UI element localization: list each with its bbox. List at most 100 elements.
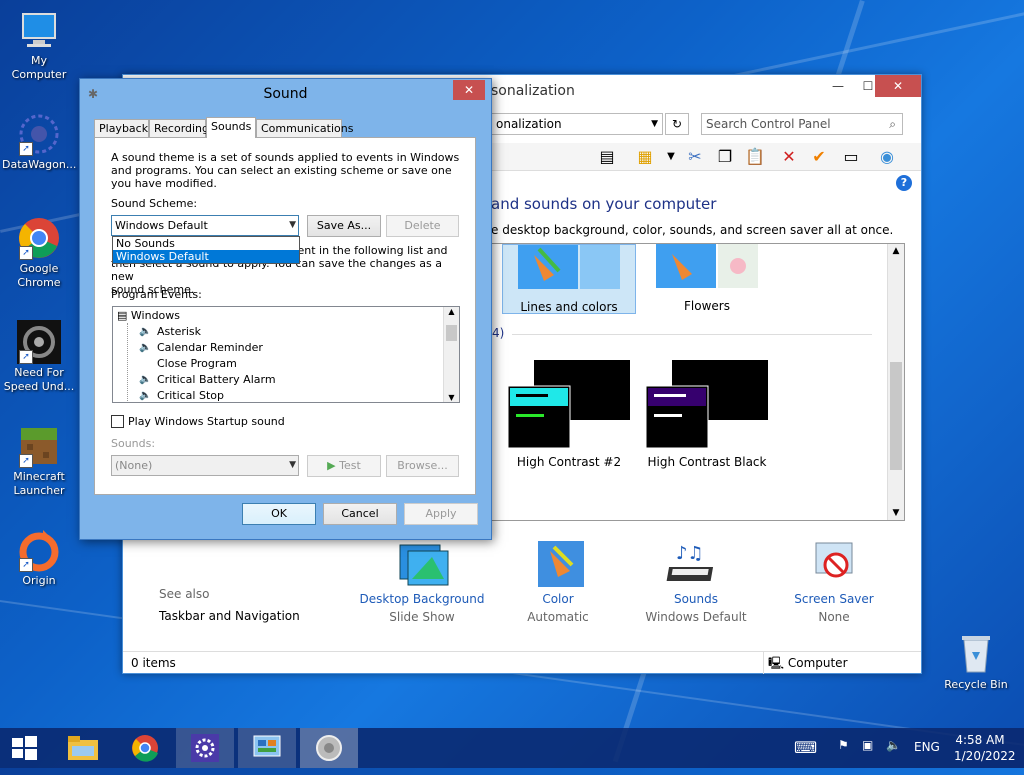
scroll-down-icon[interactable]: ▼ xyxy=(444,393,459,402)
status-location: 🖳 Computer xyxy=(763,652,923,674)
apply-button[interactable]: Apply xyxy=(404,503,478,525)
taskbar-chrome[interactable] xyxy=(116,728,174,768)
tab-communications[interactable]: Communications xyxy=(256,119,353,137)
cut-icon[interactable]: ✂ xyxy=(685,147,705,167)
chevron-down-icon[interactable]: ▼ xyxy=(651,114,658,134)
taskbar-navigation-link[interactable]: Taskbar and Navigation xyxy=(159,609,300,623)
shortcut-arrow-icon: ➚ xyxy=(19,246,33,260)
startup-sound-label: Play Windows Startup sound xyxy=(128,415,285,428)
see-also-label: See also xyxy=(159,587,210,601)
screen-saver-item[interactable]: Screen Saver None xyxy=(769,539,899,624)
volume-icon[interactable]: 🔈 xyxy=(886,738,901,752)
tab-playback[interactable]: Playback xyxy=(94,119,149,137)
clock[interactable]: 4:58 AM 1/20/2022 xyxy=(954,732,1016,764)
desktop-icon-need-for-speed[interactable]: ➚ Need For Speed Und... xyxy=(2,320,76,394)
startup-sound-checkbox[interactable] xyxy=(111,415,124,428)
minimize-button[interactable]: — xyxy=(823,75,853,97)
theme-label: High Contrast #2 xyxy=(516,455,622,469)
save-as-button[interactable]: Save As... xyxy=(307,215,381,237)
address-bar[interactable]: onalization ▼ xyxy=(491,113,663,135)
theme-lines-and-colors[interactable]: Lines and colors xyxy=(502,244,636,314)
taskbar: ⌨ ⚑ ▣ 🔈 ENG 4:58 AM 1/20/2022 xyxy=(0,728,1024,768)
refresh-button[interactable]: ↻ xyxy=(665,113,689,135)
desktop-background-item[interactable]: Desktop Background Slide Show xyxy=(357,539,487,624)
paste-icon[interactable]: 📋 xyxy=(745,147,765,167)
rename-icon[interactable]: ▭ xyxy=(841,147,861,167)
chevron-down-icon[interactable]: ▼ xyxy=(661,147,681,167)
sounds-item[interactable]: ♪♫ Sounds Windows Default xyxy=(631,539,761,624)
list-item[interactable]: Critical Battery Alarm xyxy=(157,372,276,388)
clock-time: 4:58 AM xyxy=(955,733,1005,747)
desktop-icon-minecraft[interactable]: ➚ Minecraft Launcher xyxy=(2,424,76,498)
desktop-icon-chrome[interactable]: ➚ Google Chrome xyxy=(2,216,76,290)
dropdown-option-windows-default[interactable]: Windows Default xyxy=(113,250,299,263)
browse-button[interactable]: Browse... xyxy=(386,455,459,477)
cancel-button[interactable]: Cancel xyxy=(323,503,397,525)
help-icon[interactable]: ? xyxy=(896,175,912,191)
delete-button[interactable]: Delete xyxy=(386,215,459,237)
desktop-icon-origin[interactable]: ➚ Origin xyxy=(2,528,76,588)
program-events-list[interactable]: ▤ Windows 🔈 Asterisk 🔈 Calendar Reminder… xyxy=(112,306,460,403)
events-scrollbar[interactable]: ▲ ▼ xyxy=(443,307,459,402)
start-button[interactable] xyxy=(0,728,48,768)
list-item[interactable]: ▤ Windows xyxy=(117,308,180,324)
color-item[interactable]: Color Automatic xyxy=(493,539,623,624)
properties-icon[interactable]: ▦ xyxy=(635,147,655,167)
sound-dialog: Sound ✱ ✕ Playback Recording Sounds Comm… xyxy=(79,78,492,540)
tab-recording[interactable]: Recording xyxy=(149,119,209,137)
taskbar-control-panel[interactable] xyxy=(238,728,296,768)
scroll-thumb[interactable] xyxy=(890,362,902,470)
copy-icon[interactable]: ❐ xyxy=(715,147,735,167)
shortcut-arrow-icon: ➚ xyxy=(19,454,33,468)
ok-button[interactable]: OK xyxy=(242,503,316,525)
theme-thumbnail xyxy=(518,245,620,289)
list-item[interactable]: Critical Stop xyxy=(157,388,224,402)
theme-scrollbar[interactable]: ▲ ▼ xyxy=(887,244,904,520)
layout-icon[interactable]: ▤ xyxy=(597,147,617,167)
action-center-icon[interactable]: ⚑ xyxy=(838,738,849,752)
settings-gear-icon xyxy=(191,734,219,762)
section-divider xyxy=(512,334,872,335)
tab-sounds[interactable]: Sounds xyxy=(206,117,256,138)
scroll-up-icon[interactable]: ▲ xyxy=(444,307,459,316)
scroll-thumb[interactable] xyxy=(446,325,457,341)
sounds-label: Sounds: xyxy=(111,437,156,450)
keyboard-icon[interactable]: ⌨ xyxy=(794,738,817,757)
taskbar-settings[interactable] xyxy=(176,728,234,768)
status-location-text: Computer xyxy=(787,656,848,670)
check-icon[interactable]: ✔ xyxy=(809,147,829,167)
dropdown-option-no-sounds[interactable]: No Sounds xyxy=(113,237,299,250)
delete-icon[interactable]: ✕ xyxy=(779,147,799,167)
desktop-icon-my-computer[interactable]: My Computer xyxy=(2,8,76,82)
shell-icon[interactable]: ◉ xyxy=(877,147,897,167)
speaker-icon: 🔈 xyxy=(139,342,152,353)
theme-high-contrast-2[interactable]: High Contrast #2 xyxy=(502,358,636,469)
close-button[interactable]: ✕ xyxy=(453,80,485,100)
desktop-icon-datawagon[interactable]: ➚ DataWagon... xyxy=(2,112,76,172)
language-indicator[interactable]: ENG xyxy=(914,740,940,754)
scroll-down-icon[interactable]: ▼ xyxy=(888,508,904,518)
tree-line xyxy=(127,323,128,402)
scroll-up-icon[interactable]: ▲ xyxy=(888,246,904,256)
close-button[interactable]: ✕ xyxy=(875,75,921,97)
bottom-item-label: Sounds xyxy=(673,592,719,606)
speaker-icon xyxy=(316,735,342,761)
list-item[interactable]: Calendar Reminder xyxy=(157,340,263,356)
test-button[interactable]: ▶ Test xyxy=(307,455,381,477)
desktop-icon-recycle-bin[interactable]: Recycle Bin xyxy=(938,632,1014,692)
folder-icon xyxy=(68,736,98,760)
play-icon: ▶ xyxy=(327,459,336,472)
bottom-item-value: Windows Default xyxy=(645,610,747,624)
search-input[interactable]: Search Control Panel ⌕ xyxy=(701,113,903,135)
theme-high-contrast-black[interactable]: High Contrast Black xyxy=(640,358,774,469)
theme-flowers[interactable]: Flowers xyxy=(640,244,774,314)
taskbar-sound[interactable] xyxy=(300,728,358,768)
list-item[interactable]: Asterisk xyxy=(157,324,201,340)
origin-icon: ➚ xyxy=(17,528,61,572)
sounds-select[interactable]: (None) ▼ xyxy=(111,455,299,476)
theme-gallery: Lines and colors Flowers 4) High Contras… xyxy=(491,243,905,521)
taskbar-file-explorer[interactable] xyxy=(54,728,112,768)
sound-scheme-select[interactable]: Windows Default ▼ xyxy=(111,215,299,236)
list-item[interactable]: Close Program xyxy=(157,356,237,372)
network-icon[interactable]: ▣ xyxy=(862,738,873,752)
